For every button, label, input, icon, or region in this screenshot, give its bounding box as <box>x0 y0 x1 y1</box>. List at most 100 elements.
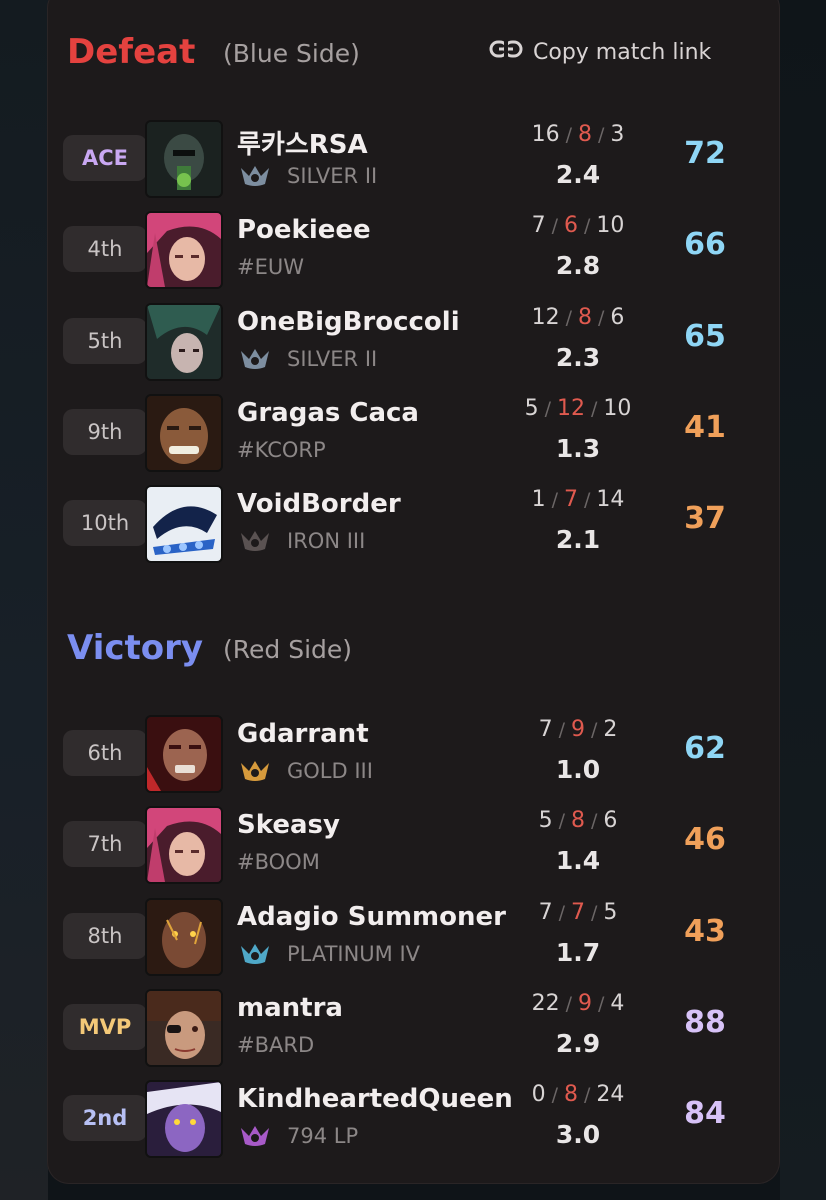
deaths-value: 7 <box>564 487 578 513</box>
deaths-value: 12 <box>557 395 585 421</box>
kda-ratio: 2.4 <box>555 160 601 189</box>
player-name[interactable]: Skeasy <box>237 810 340 840</box>
assists-value: 4 <box>610 990 625 1016</box>
placement-label: 10th <box>80 511 130 536</box>
placement-badge: 4th <box>63 226 147 273</box>
rank-label: SILVER II <box>287 346 378 371</box>
match-panel: Defeat (Blue Side) Copy match link ACE 루… <box>47 0 780 1184</box>
champion-avatar-purple-skin[interactable] <box>145 1080 223 1159</box>
kills-value: 5 <box>538 808 553 834</box>
player-name[interactable]: VoidBorder <box>237 489 401 519</box>
player-name[interactable]: OneBigBroccoli <box>237 307 460 337</box>
player-row[interactable]: ACE 루카스RSA SILVER II 16/8/3 2.4 72 <box>47 118 780 198</box>
player-subline: #BARD <box>237 1033 314 1057</box>
assists-value: 10 <box>603 395 632 421</box>
rank-label: 794 LP <box>287 1124 359 1149</box>
defeat-side-label: (Blue Side) <box>223 39 360 68</box>
kills-value: 12 <box>531 304 560 330</box>
placement-badge: 10th <box>63 500 147 547</box>
performance-score: 43 <box>684 913 726 949</box>
platinum-rank-icon <box>237 942 273 966</box>
player-row[interactable]: 4th Poekieee #EUW 7/6/10 2.8 66 <box>47 209 780 290</box>
player-row[interactable]: 8th Adagio Summoner PLATINUM IV 7/7/5 1.… <box>47 896 780 976</box>
player-name[interactable]: Poekieee <box>237 215 371 245</box>
deaths-value: 9 <box>578 990 592 1016</box>
placement-badge: ACE <box>63 135 147 181</box>
placement-label: MVP <box>78 1014 132 1039</box>
placement-label: ACE <box>81 146 128 170</box>
kills-value: 7 <box>531 213 546 239</box>
performance-score: 41 <box>684 409 726 445</box>
champion-avatar-blue-chain[interactable] <box>145 485 223 564</box>
iron-rank-icon <box>237 529 273 553</box>
player-row[interactable]: 5th OneBigBroccoli SILVER II 12/8/6 2.3 … <box>47 301 780 381</box>
rank-label: GOLD III <box>287 759 373 783</box>
champion-avatar-grinning[interactable] <box>145 393 223 472</box>
kda-ratio: 1.0 <box>555 755 601 784</box>
champion-avatar-eyepatch[interactable] <box>145 988 223 1067</box>
champion-avatar-red-warrior[interactable] <box>145 715 223 793</box>
kills-value: 16 <box>531 122 560 147</box>
deaths-value: 9 <box>571 717 585 742</box>
assists-value: 2 <box>603 717 618 742</box>
player-row[interactable]: MVP mantra #BARD 22/9/4 2.9 88 <box>47 987 780 1067</box>
kda-line: 7/7/5 <box>538 899 618 925</box>
player-row[interactable]: 7th Skeasy #BOOM 5/8/6 1.4 46 <box>47 804 780 885</box>
player-name[interactable]: KindheartedQueen <box>237 1084 513 1114</box>
champion-avatar-pink-hair[interactable] <box>145 806 223 885</box>
kda-line: 16/8/3 <box>531 122 625 147</box>
champion-avatar-green-hair[interactable] <box>145 302 223 381</box>
placement-badge: 7th <box>63 821 147 868</box>
victory-header: Victory (Red Side) <box>47 618 780 678</box>
player-name[interactable]: mantra <box>237 993 343 1023</box>
kda-ratio: 2.8 <box>555 251 601 281</box>
silver-rank-icon <box>237 347 273 371</box>
gold-rank-icon <box>237 759 273 783</box>
assists-value: 14 <box>596 487 625 513</box>
player-name[interactable]: Gdarrant <box>237 719 369 749</box>
player-subline: SILVER II <box>237 347 377 371</box>
victory-side-label: (Red Side) <box>223 635 353 664</box>
placement-label: 4th <box>87 237 123 262</box>
deaths-value: 6 <box>564 213 578 239</box>
kda-ratio: 2.9 <box>555 1028 601 1058</box>
defeat-header: Defeat (Blue Side) Copy match link <box>47 22 780 82</box>
copy-match-link-label: Copy match link <box>533 39 712 65</box>
player-row[interactable]: 10th VoidBorder IRON III 1/7/14 2.1 37 <box>47 483 780 564</box>
placement-badge: MVP <box>63 1003 147 1050</box>
kda-ratio: 1.3 <box>555 433 601 463</box>
victory-result-title: Victory <box>67 628 204 668</box>
kills-value: 0 <box>531 1082 546 1108</box>
kda-line: 5/8/6 <box>538 808 618 834</box>
deaths-value: 8 <box>571 808 585 834</box>
silver-rank-icon <box>237 164 273 188</box>
player-row[interactable]: 6th Gdarrant GOLD III 7/9/2 1.0 62 <box>47 713 780 793</box>
tagline-label: #BARD <box>237 1032 315 1057</box>
kda-line: 12/8/6 <box>531 304 625 330</box>
copy-match-link-button[interactable]: Copy match link <box>489 22 711 82</box>
kda-line: 5/12/10 <box>524 395 632 421</box>
performance-score: 88 <box>684 1004 726 1040</box>
player-row[interactable]: 9th Gragas Caca #KCORP 5/12/10 1.3 41 <box>47 392 780 472</box>
kda-line: 22/9/4 <box>531 990 625 1016</box>
performance-score: 72 <box>684 136 726 171</box>
deaths-value: 8 <box>564 1082 578 1108</box>
deaths-value: 8 <box>578 304 592 330</box>
player-subline: 794 LP <box>237 1124 358 1148</box>
assists-value: 5 <box>603 899 618 925</box>
tagline-label: #EUW <box>237 255 304 280</box>
player-subline: #EUW <box>237 255 304 279</box>
kda-line: 0/8/24 <box>531 1082 625 1108</box>
kda-line: 7/9/2 <box>538 717 618 742</box>
player-name[interactable]: Gragas Caca <box>237 398 419 428</box>
player-name[interactable]: Adagio Summoner <box>237 902 506 932</box>
placement-badge: 5th <box>63 317 147 364</box>
champion-avatar-pink-hair[interactable] <box>145 211 223 290</box>
player-row[interactable]: 2nd KindheartedQueen 794 LP 0/8/24 3.0 8… <box>47 1078 780 1159</box>
champion-avatar-golden-eyes[interactable] <box>145 897 223 976</box>
defeat-result-title: Defeat <box>67 32 196 72</box>
kda-ratio: 3.0 <box>555 1120 601 1150</box>
champion-avatar-dark-knight[interactable] <box>145 120 223 198</box>
player-name[interactable]: 루카스RSA <box>237 124 368 161</box>
kda-line: 7/6/10 <box>531 213 625 239</box>
